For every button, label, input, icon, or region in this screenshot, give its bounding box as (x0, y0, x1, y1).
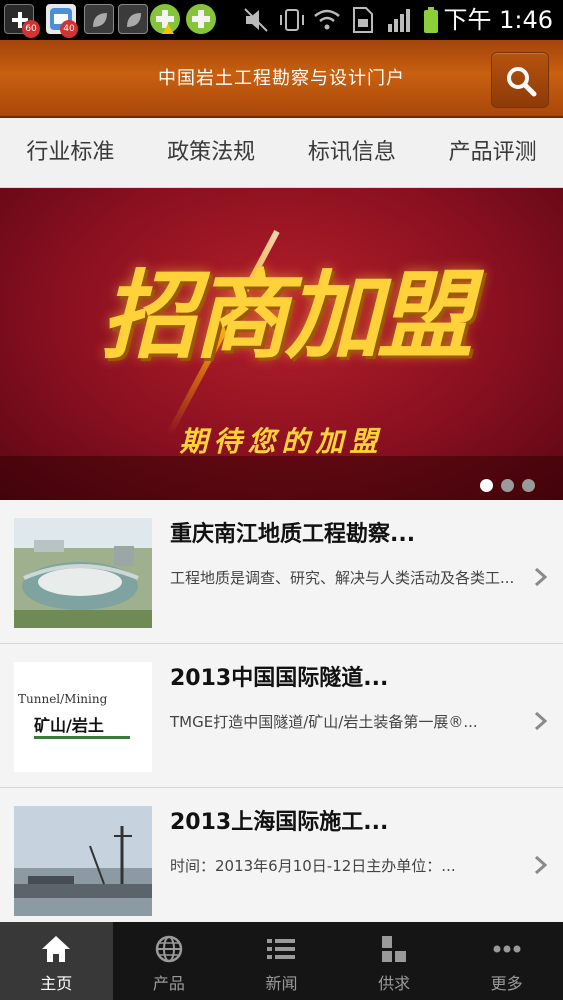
banner-footer-shade (0, 456, 563, 500)
globe-icon (155, 935, 183, 963)
grid-icon (382, 936, 407, 962)
news-thumbnail-tunnel-expo: Tunnel/Mining 矿山/岩土 (14, 662, 152, 772)
mute-icon (242, 6, 270, 42)
battery-icon (422, 6, 440, 42)
nav-label: 供求 (378, 974, 411, 993)
banner-subtitle: 期待您的加盟 (179, 425, 384, 458)
tab-bidding-info[interactable]: 标讯信息 (282, 118, 423, 187)
nav-label: 产品 (152, 974, 185, 993)
nav-label: 新闻 (265, 974, 298, 993)
news-title: 重庆南江地质工程勘察... (170, 522, 416, 547)
home-icon (42, 936, 71, 962)
status-bar: 60 40 下午 1:46 (0, 0, 563, 40)
clock: 下午 1:46 (443, 6, 553, 34)
list-icon (267, 939, 296, 959)
security-icon (186, 4, 216, 34)
carousel-dot[interactable] (522, 479, 535, 492)
security-warning-icon (150, 4, 180, 34)
thumbnail-caption: 矿山/岩土 (34, 716, 104, 735)
banner-title: 招商加盟 (101, 259, 473, 372)
nav-label: 更多 (490, 974, 523, 993)
bottom-navigation: 主页 产品 新闻 供求 更多 (0, 922, 563, 1000)
more-icon (493, 945, 521, 953)
thumbnail-caption: Tunnel/Mining (18, 692, 108, 706)
news-title: 2013上海国际施工... (170, 810, 389, 835)
wifi-icon (312, 6, 342, 42)
tab-product-reviews[interactable]: 产品评测 (422, 118, 563, 187)
news-title: 2013中国国际隧道... (170, 666, 389, 691)
nav-label: 主页 (40, 974, 73, 993)
nav-supply-demand[interactable]: 供求 (338, 922, 451, 1000)
promo-banner[interactable]: 招商加盟 期待您的加盟 (0, 188, 563, 500)
tab-industry-standards[interactable]: 行业标准 (0, 118, 141, 187)
nav-home[interactable]: 主页 (0, 922, 113, 1000)
carousel-dot[interactable] (480, 479, 493, 492)
chevron-right-icon (535, 711, 548, 731)
leaf-notification-icon (118, 4, 148, 34)
news-summary: TMGE打造中国隧道/矿山/岩土装备第一展®... (170, 713, 478, 731)
news-summary: 时间：2013年6月10日-12日主办单位：... (170, 857, 456, 875)
tab-policies-regulations[interactable]: 政策法规 (141, 118, 282, 187)
chevron-right-icon (535, 855, 548, 875)
nav-news[interactable]: 新闻 (225, 922, 338, 1000)
category-tabs: 行业标准 政策法规 标讯信息 产品评测 (0, 118, 563, 188)
carousel-dot[interactable] (501, 479, 514, 492)
notification-badge: 40 (60, 20, 78, 38)
page-title: 中国岩土工程勘察与设计门户 (158, 68, 405, 89)
vibrate-icon (278, 6, 306, 42)
app-header: 中国岩土工程勘察与设计门户 (0, 40, 563, 118)
notification-badge: 60 (22, 20, 40, 38)
search-button[interactable] (491, 52, 549, 108)
nav-products[interactable]: 产品 (113, 922, 226, 1000)
signal-icon (386, 6, 412, 42)
news-item[interactable]: 2013上海国际施工... 时间：2013年6月10日-12日主办单位：... (0, 788, 563, 932)
news-list: 重庆南江地质工程勘察... 工程地质是调查、研究、解决与人类活动及各类工... … (0, 500, 563, 932)
news-item[interactable]: 重庆南江地质工程勘察... 工程地质是调查、研究、解决与人类活动及各类工... (0, 500, 563, 644)
chevron-right-icon (535, 567, 548, 587)
news-item[interactable]: Tunnel/Mining 矿山/岩土 2013中国国际隧道... TMGE打造… (0, 644, 563, 788)
carousel-indicator (480, 479, 535, 492)
news-thumbnail-stadium (14, 518, 152, 628)
leaf-notification-icon (84, 4, 114, 34)
news-summary: 工程地质是调查、研究、解决与人类活动及各类工... (170, 569, 515, 587)
news-thumbnail-construction-site (14, 806, 152, 916)
search-icon (507, 67, 537, 97)
nav-more[interactable]: 更多 (450, 922, 563, 1000)
sim-card-icon (350, 6, 374, 42)
